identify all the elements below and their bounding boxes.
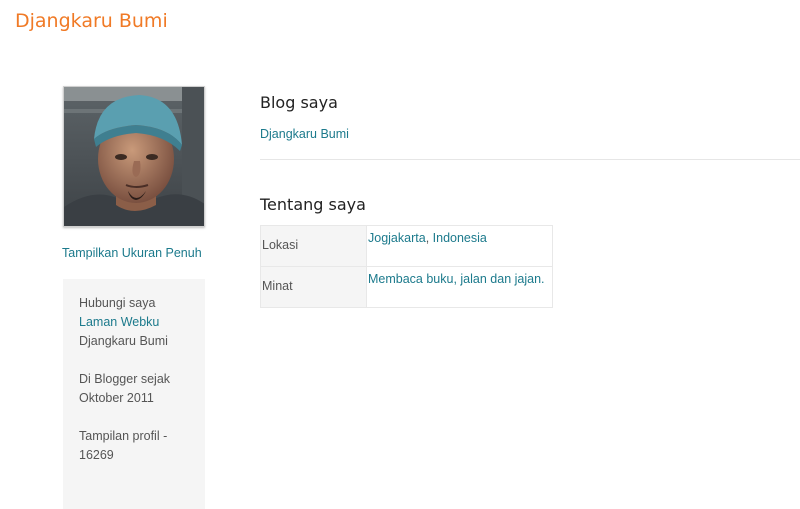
member-since-date: Oktober 2011 xyxy=(79,391,154,405)
location-city-link[interactable]: Jogjakarta xyxy=(368,231,426,245)
table-row: Lokasi Jogjakarta, Indonesia xyxy=(260,225,553,267)
about-table: Lokasi Jogjakarta, Indonesia Minat Memba… xyxy=(260,225,553,308)
interests-link[interactable]: Membaca buku, jalan dan jajan. xyxy=(368,272,545,286)
contact-panel: Hubungi saya Laman Webku Djangkaru Bumi … xyxy=(63,279,205,509)
blogs-heading: Blog saya xyxy=(260,93,338,112)
section-divider xyxy=(260,159,800,160)
location-value: Jogjakarta, Indonesia xyxy=(366,225,553,267)
location-label: Lokasi xyxy=(260,225,367,267)
contact-heading: Hubungi saya xyxy=(79,296,156,310)
contact-name: Djangkaru Bumi xyxy=(79,334,168,348)
profile-photo-image xyxy=(64,87,204,226)
profile-views-label: Tampilan profil - xyxy=(79,429,168,443)
profile-photo[interactable] xyxy=(63,86,205,227)
member-since-label: Di Blogger sejak xyxy=(79,372,171,386)
table-row: Minat Membaca buku, jalan dan jajan. xyxy=(260,266,553,308)
location-country-link[interactable]: Indonesia xyxy=(433,231,487,245)
site-title-link[interactable]: Djangkaru Bumi xyxy=(15,10,168,32)
full-size-link[interactable]: Tampilkan Ukuran Penuh xyxy=(62,246,202,260)
website-link[interactable]: Laman Webku xyxy=(79,313,205,332)
location-separator: , xyxy=(425,231,433,245)
interests-label: Minat xyxy=(260,266,367,308)
interests-value: Membaca buku, jalan dan jajan. xyxy=(366,266,553,308)
blog-link[interactable]: Djangkaru Bumi xyxy=(260,127,349,141)
profile-views-count: 16269 xyxy=(79,448,114,462)
about-heading: Tentang saya xyxy=(260,195,366,214)
